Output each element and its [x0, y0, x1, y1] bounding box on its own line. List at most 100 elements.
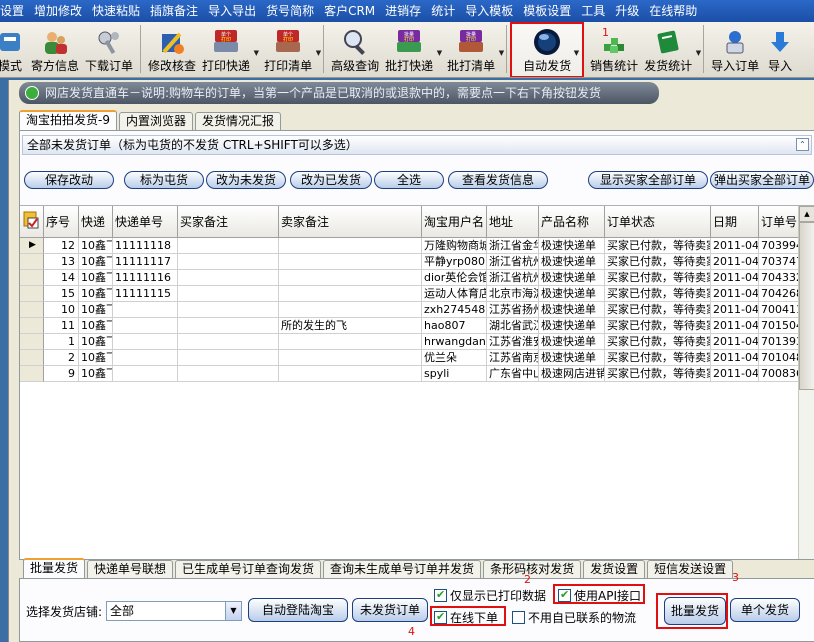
cell-express[interactable]: 10鑫飞 [79, 366, 113, 382]
chevron-down-icon[interactable]: ▼ [225, 602, 241, 620]
row-indicator[interactable] [20, 318, 44, 334]
cell-order-no[interactable]: 7043322 [759, 270, 799, 286]
mark-unshipped-button[interactable]: 改为未发货 [206, 171, 286, 189]
tab-ungenerated-orders[interactable]: 查询未生成单号订单并发货 [323, 560, 482, 578]
row-indicator[interactable] [20, 270, 44, 286]
menu-online-help[interactable]: 在线帮助 [649, 0, 703, 22]
cell-product[interactable]: 极速快递单 [539, 318, 605, 334]
toolbar-import-orders-button[interactable]: 导入订单 [708, 23, 762, 77]
cell-tracking[interactable]: 11111117 [113, 254, 178, 270]
cell-address[interactable]: 江苏省南京 [487, 350, 539, 366]
cell-express[interactable]: 10鑫飞 [79, 238, 113, 254]
shop-select[interactable]: 全部 ▼ [106, 601, 242, 621]
table-row[interactable]: ▶1210鑫飞11111118 万隆购物商城浙江省金华极速快递单买家已付款，等待卖… [20, 238, 799, 254]
col-address[interactable]: 地址 [487, 206, 539, 238]
chevron-down-icon[interactable]: ▼ [574, 49, 579, 57]
cell-seq[interactable]: 12 [44, 238, 79, 254]
row-indicator[interactable] [20, 286, 44, 302]
table-row[interactable]: 1010鑫飞 zxh2745485江苏省扬州极速快递单买家已付款，等待卖家发货20… [20, 302, 799, 318]
toolbar-advanced-search-button[interactable]: 高级查询 [328, 23, 382, 77]
vertical-scrollbar[interactable]: ▲ [798, 206, 814, 559]
chevron-down-icon[interactable]: ▼ [254, 49, 259, 57]
toolbar-print-list-button[interactable]: 单个 打印 打印清单 ▼ [261, 23, 321, 77]
menu-template-settings[interactable]: 模板设置 [523, 0, 577, 22]
cell-order-no[interactable]: 7013937 [759, 334, 799, 350]
cell-seq[interactable]: 2 [44, 350, 79, 366]
cell-order-no[interactable]: 7008362 [759, 366, 799, 382]
chevron-down-icon[interactable]: ▼ [437, 49, 442, 57]
cell-tracking[interactable]: 11111115 [113, 286, 178, 302]
scroll-thumb[interactable] [799, 222, 814, 390]
col-express[interactable]: 快递 [79, 206, 113, 238]
toolbar-batch-print-express-button[interactable]: 批量 打印 批打快递 ▼ [382, 23, 442, 77]
cell-order-no[interactable]: 7037476 [759, 254, 799, 270]
cell-status[interactable]: 买家已付款，等待卖家发货 [605, 302, 711, 318]
menu-import-export[interactable]: 导入导出 [208, 0, 262, 22]
mark-shipped-button[interactable]: 改为已发货 [290, 171, 372, 189]
cell-seq[interactable]: 13 [44, 254, 79, 270]
menu-crm[interactable]: 客户CRM [324, 0, 381, 22]
row-current-indicator-icon[interactable]: ▶ [20, 238, 44, 254]
cell-product[interactable]: 极速快递单 [539, 238, 605, 254]
menu-stats[interactable]: 统计 [431, 0, 461, 22]
cell-username[interactable]: 运动人体育店 [422, 286, 487, 302]
cell-seq[interactable]: 10 [44, 302, 79, 318]
view-ship-info-button[interactable]: 查看发货信息 [448, 171, 548, 189]
tab-generated-orders[interactable]: 已生成单号订单查询发货 [175, 560, 322, 578]
col-tracking[interactable]: 快递单号 [113, 206, 178, 238]
cell-username[interactable]: spyli [422, 366, 487, 382]
col-seller-note[interactable]: 卖家备注 [279, 206, 422, 238]
cell-username[interactable]: 平静yrp0807 [422, 254, 487, 270]
menu-upgrade[interactable]: 升级 [615, 0, 645, 22]
cell-status[interactable]: 买家已付款，等待卖家发货 [605, 350, 711, 366]
cell-date[interactable]: 2011-04- [711, 302, 759, 318]
col-status[interactable]: 订单状态 [605, 206, 711, 238]
cell-address[interactable]: 浙江省杭州 [487, 254, 539, 270]
cell-username[interactable]: 优兰朵 [422, 350, 487, 366]
cell-buyer-note[interactable] [178, 350, 279, 366]
cell-seq[interactable]: 11 [44, 318, 79, 334]
cell-address[interactable]: 湖北省武汉 [487, 318, 539, 334]
cell-express[interactable]: 10鑫飞 [79, 350, 113, 366]
toolbar-mode-button[interactable]: 模式 [0, 23, 28, 77]
toolbar-auto-ship-button[interactable]: 自动发货 ▼ [510, 22, 585, 77]
cell-seller-note[interactable]: 所的发生的飞 [279, 318, 422, 334]
col-username[interactable]: 淘宝用户名 [422, 206, 487, 238]
table-row[interactable]: 1510鑫飞11111115 运动人体育店北京市海淀极速快递单买家已付款，等待卖家… [20, 286, 799, 302]
col-product[interactable]: 产品名称 [539, 206, 605, 238]
table-row[interactable]: 1310鑫飞11111117 平静yrp0807浙江省杭州极速快递单买家已付款，等… [20, 254, 799, 270]
cell-date[interactable]: 2011-04- [711, 270, 759, 286]
scroll-up-icon[interactable]: ▲ [799, 206, 814, 222]
cell-tracking[interactable] [113, 334, 178, 350]
cell-seller-note[interactable] [279, 270, 422, 286]
table-row[interactable]: 110鑫飞 hrwangdan江苏省淮安极速快递单买家已付款，等待卖家发货2011… [20, 334, 799, 350]
menu-quick-paste[interactable]: 快速粘贴 [92, 0, 146, 22]
col-date[interactable]: 日期 [711, 206, 759, 238]
checkbox-checked-icon[interactable] [434, 588, 447, 602]
cell-tracking[interactable]: 11111118 [113, 238, 178, 254]
cell-date[interactable]: 2011-04- [711, 334, 759, 350]
cell-product[interactable]: 极速快递单 [539, 334, 605, 350]
cell-express[interactable]: 10鑫飞 [79, 318, 113, 334]
toolbar-sender-info-button[interactable]: 寄方信息 [28, 23, 82, 77]
menu-import-template[interactable]: 导入模板 [465, 0, 519, 22]
cell-product[interactable]: 极速快递单 [539, 270, 605, 286]
row-indicator[interactable] [20, 254, 44, 270]
tab-tracking-suggest[interactable]: 快递单号联想 [87, 560, 174, 578]
toolbar-print-express-button[interactable]: 单个 打印 打印快递 ▼ [199, 23, 259, 77]
cell-buyer-note[interactable] [178, 302, 279, 318]
collapse-icon[interactable]: ⌃ [796, 138, 809, 151]
cell-seller-note[interactable] [279, 334, 422, 350]
cell-buyer-note[interactable] [178, 318, 279, 334]
cell-seq[interactable]: 15 [44, 286, 79, 302]
row-indicator[interactable] [20, 350, 44, 366]
cell-express[interactable]: 10鑫飞 [79, 254, 113, 270]
cell-status[interactable]: 买家已付款，等待卖家发货 [605, 286, 711, 302]
menu-flag-note[interactable]: 插旗备注 [150, 0, 204, 22]
table-row[interactable]: 1410鑫飞11111116 dior英伦会馆浙江省杭州极速快递单买家已付款，等待… [20, 270, 799, 286]
chevron-down-icon[interactable]: ▼ [696, 49, 701, 57]
row-indicator[interactable] [20, 302, 44, 318]
cell-product[interactable]: 极速快递单 [539, 286, 605, 302]
toolbar-sales-stats-button[interactable]: 销售统计 [587, 23, 641, 77]
cell-seq[interactable]: 9 [44, 366, 79, 382]
